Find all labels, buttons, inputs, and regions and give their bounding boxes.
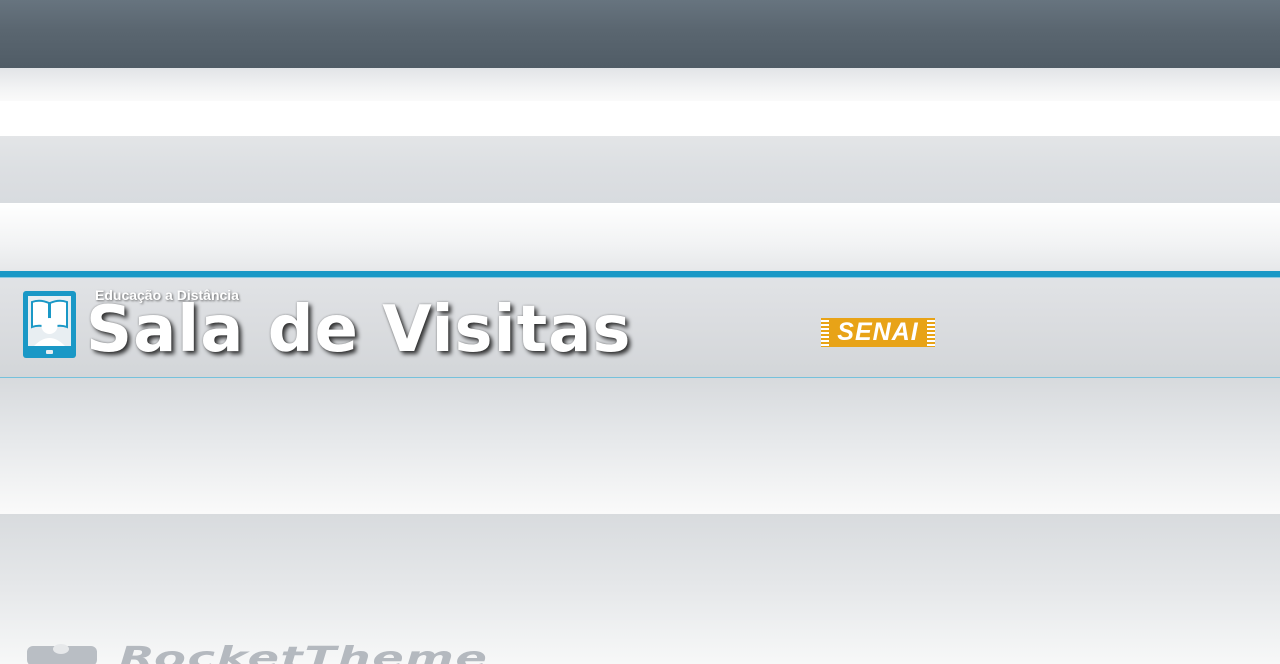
footer-brand-text: RocketTheme bbox=[119, 644, 489, 664]
page: Educação a Distância Sala de Visitas SEN… bbox=[0, 0, 1280, 664]
background-band bbox=[0, 68, 1280, 101]
senai-logo[interactable]: SENAI bbox=[821, 318, 935, 347]
footer-area bbox=[0, 514, 1280, 664]
background-band bbox=[0, 203, 1280, 271]
logo-stripes bbox=[927, 318, 935, 347]
content-area bbox=[0, 378, 1280, 514]
site-title[interactable]: Sala de Visitas bbox=[86, 294, 631, 366]
rockettheme-logo-icon bbox=[27, 644, 97, 664]
logo-stripes bbox=[821, 318, 829, 347]
background-band bbox=[0, 101, 1280, 136]
background-band bbox=[0, 136, 1280, 203]
tablet-reader-icon[interactable] bbox=[22, 290, 77, 359]
header-divider bbox=[0, 277, 1280, 278]
senai-logo-text: SENAI bbox=[829, 318, 927, 347]
footer-brand[interactable]: RocketTheme bbox=[27, 644, 667, 664]
top-bar bbox=[0, 0, 1280, 68]
